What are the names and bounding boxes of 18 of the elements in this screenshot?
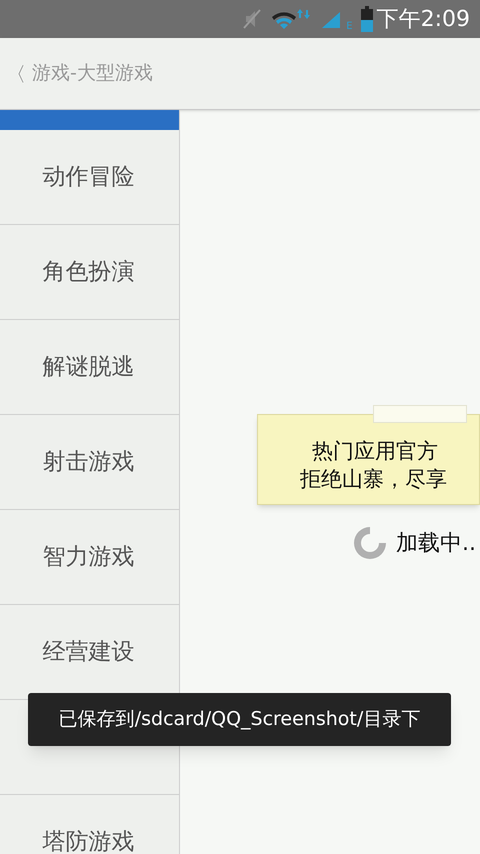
network-type: E	[346, 20, 353, 34]
sidebar-item[interactable]: 角色扮演	[0, 225, 179, 320]
status-time: 下午2:09	[376, 6, 470, 34]
sidebar-item[interactable]: 动作冒险	[0, 130, 179, 225]
battery-icon	[360, 6, 373, 32]
mute-icon	[242, 8, 262, 30]
notice-text: 拒绝山寨，尽享	[300, 466, 447, 492]
tape-icon	[373, 405, 467, 423]
wifi-icon	[270, 7, 312, 31]
sidebar-item[interactable]: 解谜脱逃	[0, 320, 179, 415]
loading-spinner-icon	[352, 525, 388, 561]
sidebar-item[interactable]: 智力游戏	[0, 510, 179, 605]
header-title: 游戏-大型游戏	[32, 61, 153, 86]
sidebar-item[interactable]: 射击游戏	[0, 415, 179, 510]
toast-text: 已保存到/sdcard/QQ_Screenshot/目录下	[58, 707, 420, 732]
sidebar-item[interactable]: 塔防游戏	[0, 795, 179, 854]
notice-text: 热门应用官方	[312, 438, 438, 464]
loading-text: 加载中..	[396, 530, 476, 558]
